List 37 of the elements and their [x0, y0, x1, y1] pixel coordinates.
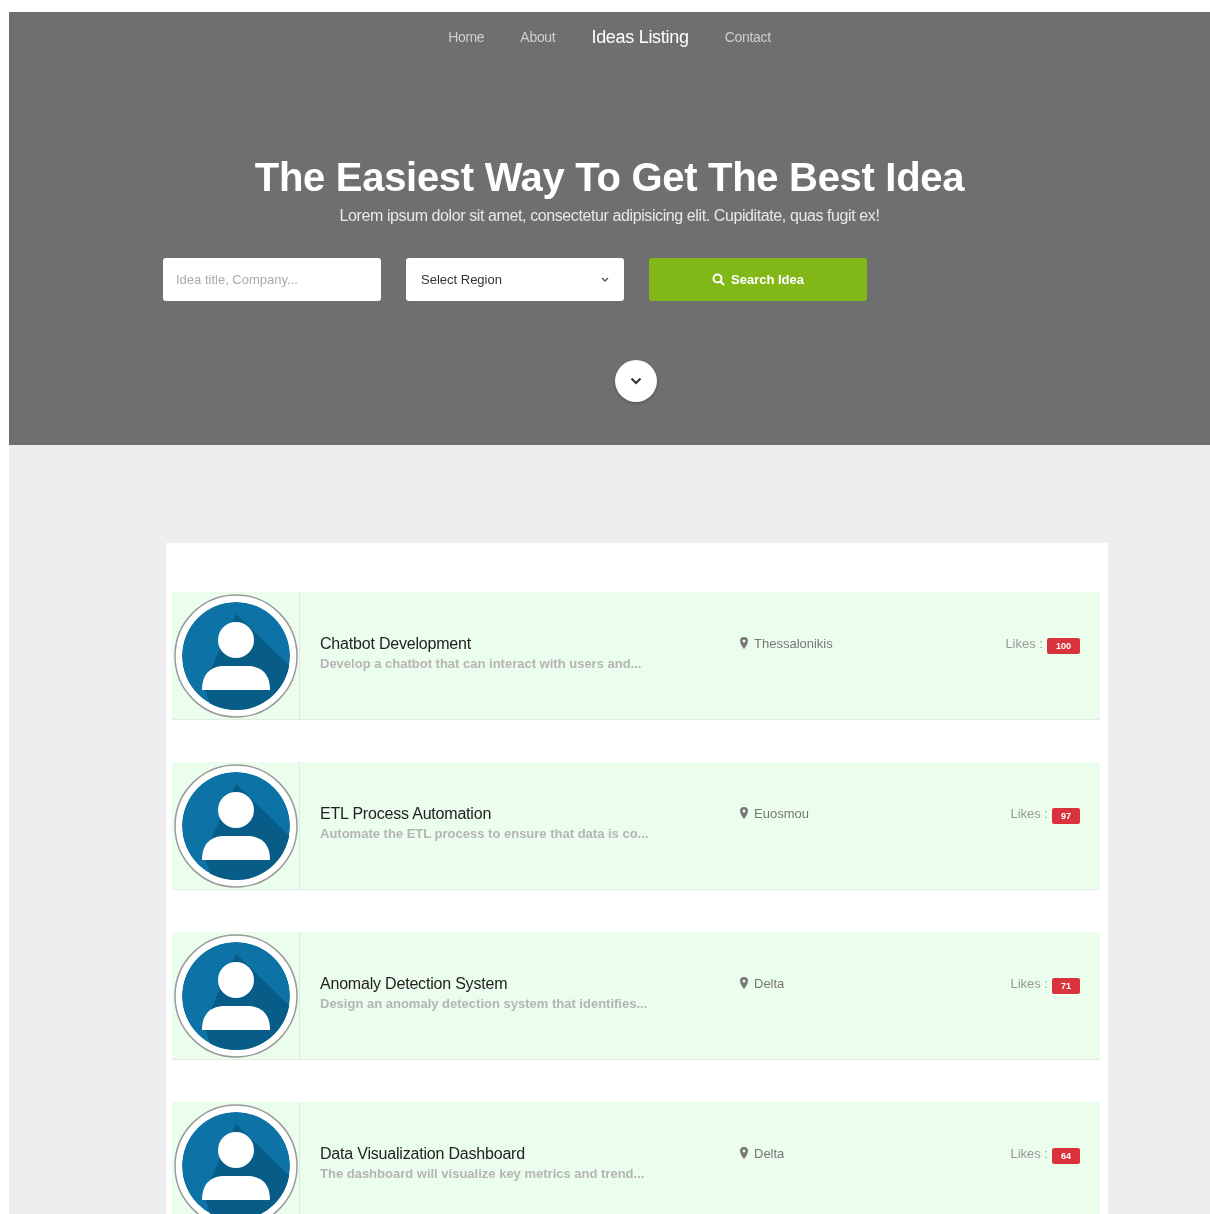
idea-title[interactable]: Data Visualization Dashboard	[320, 1145, 740, 1163]
hero-title: The Easiest Way To Get The Best Idea	[253, 154, 966, 201]
hero-subtitle: Lorem ipsum dolor sit amet, consectetur adipisicing elit. Cupiditate, quas fugit ex!	[338, 207, 881, 225]
likes-count: 64	[1052, 1148, 1080, 1164]
likes-count: 71	[1052, 978, 1080, 994]
idea-location: Delta	[754, 976, 785, 991]
idea-title[interactable]: Anomaly Detection System	[320, 975, 740, 993]
chevron-down-icon	[601, 276, 609, 283]
map-pin-icon	[740, 977, 748, 989]
idea-location: Euosmou	[754, 806, 809, 821]
likes-label: Likes :	[1010, 1146, 1048, 1161]
search-icon	[712, 273, 725, 286]
map-pin-icon	[740, 807, 748, 819]
avatar-icon	[174, 933, 298, 1058]
map-pin-icon	[740, 1147, 748, 1159]
idea-description: Design an anomaly detection system that identifies...	[320, 996, 649, 1011]
idea-title[interactable]: Chatbot Development	[320, 635, 740, 653]
idea-location: Delta	[754, 1146, 785, 1161]
likes-count: 100	[1046, 638, 1080, 654]
scroll-down-button[interactable]	[614, 360, 657, 402]
map-pin-icon	[740, 637, 748, 649]
idea-description: The dashboard will visualize key metrics and trend...	[320, 1166, 646, 1181]
avatar-icon	[174, 1103, 298, 1214]
nav-link[interactable]: Ideas Listing	[573, 26, 707, 48]
avatar-icon	[174, 593, 298, 718]
idea-description: Automate the ETL process to ensure that data is co...	[320, 826, 650, 841]
avatar-icon	[174, 763, 298, 888]
idea-title[interactable]: ETL Process Automation	[320, 805, 740, 823]
chevron-down-icon	[629, 377, 642, 385]
likes-label: Likes :	[1010, 976, 1048, 991]
idea-description: Develop a chatbot that can interact with users and...	[320, 656, 643, 671]
region-dropdown[interactable]: Select Region	[406, 258, 624, 301]
likes-label: Likes :	[1010, 806, 1048, 821]
likes-count: 97	[1052, 808, 1080, 824]
idea-location: Thessalonikis	[754, 636, 833, 651]
likes-label: Likes :	[1005, 636, 1043, 651]
search-field[interactable]: Idea title, Company...	[163, 258, 381, 301]
